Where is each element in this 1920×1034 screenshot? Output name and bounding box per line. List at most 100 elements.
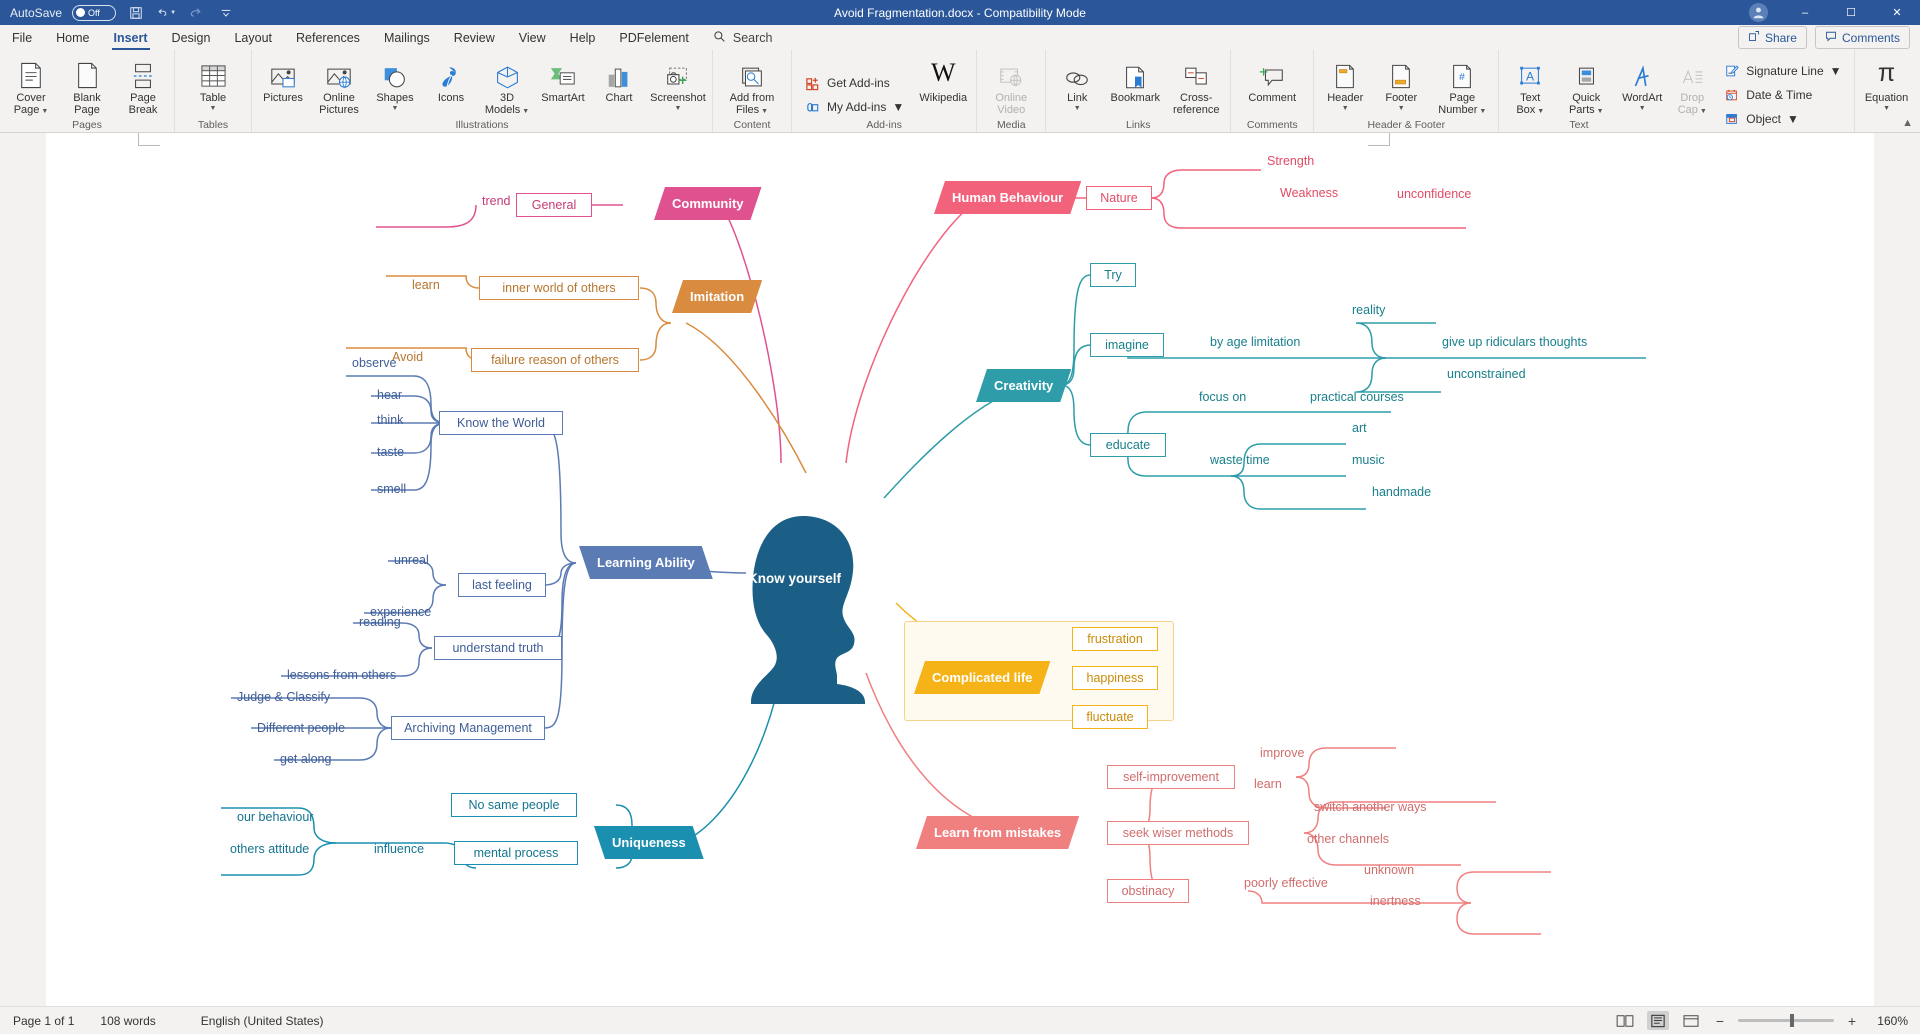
comments-button[interactable]: Comments	[1814, 26, 1910, 49]
zoom-out-button[interactable]: −	[1713, 1013, 1727, 1029]
node-hear[interactable]: hear	[371, 389, 408, 402]
autosave-toggle[interactable]: Off	[72, 4, 117, 21]
tab-layout[interactable]: Layout	[222, 25, 284, 50]
tab-pdfelement[interactable]: PDFelement	[607, 25, 700, 50]
node-by-age-limitation[interactable]: by age limitation	[1204, 336, 1306, 349]
header-caret-icon[interactable]: ▼	[1342, 105, 1349, 113]
node-failure-reason-of-others[interactable]: failure reason of others	[471, 348, 639, 372]
node-improve[interactable]: improve	[1254, 747, 1310, 760]
node-general[interactable]: General	[516, 193, 592, 217]
maximize-button[interactable]: ☐	[1828, 0, 1874, 25]
node-know-the-world[interactable]: Know the World	[439, 411, 563, 435]
node-judge-and-classify[interactable]: Judge & Classify	[231, 691, 336, 704]
node-our-behaviour[interactable]: our behaviour	[231, 811, 319, 824]
undo-icon[interactable]: ▼	[156, 3, 176, 23]
node-strength[interactable]: Strength	[1261, 155, 1320, 168]
node-unconfidence[interactable]: unconfidence	[1391, 188, 1477, 201]
node-mental-process[interactable]: mental process	[454, 841, 578, 865]
node-learn-imitation[interactable]: learn	[406, 279, 446, 292]
node-imagine[interactable]: imagine	[1090, 333, 1164, 357]
node-weakness[interactable]: Weakness	[1274, 187, 1344, 200]
node-waste-time[interactable]: waste time	[1204, 454, 1276, 467]
tab-help[interactable]: Help	[558, 25, 608, 50]
node-trend[interactable]: trend	[476, 195, 517, 208]
node-archiving-management[interactable]: Archiving Management	[391, 716, 545, 740]
table-caret-icon[interactable]: ▼	[210, 105, 217, 113]
object-caret-icon[interactable]: ▼	[1787, 112, 1799, 126]
node-taste[interactable]: taste	[371, 446, 410, 459]
node-poorly-effective[interactable]: poorly effective	[1238, 877, 1334, 890]
screenshot-caret-icon[interactable]: ▼	[675, 105, 682, 113]
status-word-count[interactable]: 108 words	[87, 1014, 168, 1028]
tab-review[interactable]: Review	[442, 25, 507, 50]
node-unconstrained[interactable]: unconstrained	[1441, 368, 1532, 381]
zoom-in-button[interactable]: +	[1845, 1013, 1859, 1029]
node-nature[interactable]: Nature	[1086, 186, 1152, 210]
node-smell[interactable]: smell	[371, 483, 412, 496]
footer-caret-icon[interactable]: ▼	[1398, 105, 1405, 113]
node-lessons-from-others[interactable]: lessons from others	[281, 669, 402, 682]
node-influence[interactable]: influence	[368, 843, 430, 856]
object-button[interactable]: Object ▼	[1719, 109, 1845, 130]
node-focus-on[interactable]: focus on	[1193, 391, 1252, 404]
node-reading[interactable]: reading	[353, 616, 407, 629]
node-handmade[interactable]: handmade	[1366, 486, 1437, 499]
save-icon[interactable]	[126, 3, 146, 23]
branch-node-learn-from-mistakes[interactable]: Learn from mistakes	[916, 816, 1079, 849]
branch-node-community[interactable]: Community	[654, 187, 762, 220]
node-unknown[interactable]: unknown	[1358, 864, 1420, 877]
node-last-feeling[interactable]: last feeling	[458, 573, 546, 597]
node-self-improvement[interactable]: self-improvement	[1107, 765, 1235, 789]
node-practical-courses[interactable]: practical courses	[1304, 391, 1410, 404]
node-give-up-ridiculars-thoughts[interactable]: give up ridiculars thoughts	[1436, 336, 1593, 349]
node-music[interactable]: music	[1346, 454, 1391, 467]
node-no-same-people[interactable]: No same people	[451, 793, 577, 817]
node-obstinacy[interactable]: obstinacy	[1107, 879, 1189, 903]
node-reality[interactable]: reality	[1346, 304, 1391, 317]
status-page-indicator[interactable]: Page 1 of 1	[0, 1014, 87, 1028]
node-different-people[interactable]: Different people	[251, 722, 351, 735]
node-educate[interactable]: educate	[1090, 433, 1166, 457]
node-understand-truth[interactable]: understand truth	[434, 636, 562, 660]
center-node-know-yourself[interactable]: Know yourself	[740, 569, 860, 589]
tab-references[interactable]: References	[284, 25, 372, 50]
read-mode-icon[interactable]	[1614, 1011, 1636, 1030]
print-layout-icon[interactable]	[1647, 1011, 1669, 1030]
account-avatar[interactable]	[1749, 3, 1768, 22]
node-fluctuate[interactable]: fluctuate	[1072, 705, 1148, 729]
tab-view[interactable]: View	[507, 25, 558, 50]
my-addins-caret-icon[interactable]: ▼	[892, 100, 904, 114]
tab-file[interactable]: File	[0, 25, 44, 50]
equation-caret-icon[interactable]: ▼	[1883, 105, 1890, 113]
get-addins-button[interactable]: Get Add-ins	[800, 73, 908, 94]
branch-node-human-behaviour[interactable]: Human Behaviour	[934, 181, 1081, 214]
node-inertness[interactable]: inertness	[1364, 895, 1427, 908]
node-inner-world-of-others[interactable]: inner world of others	[479, 276, 639, 300]
node-happiness[interactable]: happiness	[1072, 666, 1158, 690]
branch-node-uniqueness[interactable]: Uniqueness	[594, 826, 704, 859]
node-other-channels[interactable]: other channels	[1301, 833, 1395, 846]
node-learn-mistakes[interactable]: learn	[1248, 778, 1288, 791]
node-art[interactable]: art	[1346, 422, 1373, 435]
branch-node-complicated-life[interactable]: Complicated life	[914, 661, 1050, 694]
node-frustration[interactable]: frustration	[1072, 627, 1158, 651]
search-input[interactable]: Search	[701, 25, 785, 50]
node-observe[interactable]: observe	[346, 357, 402, 370]
status-language[interactable]: English (United States)	[169, 1014, 337, 1028]
date-and-time-button[interactable]: Date & Time	[1719, 85, 1845, 106]
tab-design[interactable]: Design	[160, 25, 223, 50]
signature-line-caret-icon[interactable]: ▼	[1830, 64, 1842, 78]
tab-insert[interactable]: Insert	[102, 25, 160, 50]
branch-node-creativity[interactable]: Creativity	[976, 369, 1071, 402]
zoom-slider-thumb[interactable]	[1790, 1014, 1794, 1027]
web-layout-icon[interactable]	[1680, 1011, 1702, 1030]
signature-line-button[interactable]: Signature Line ▼	[1719, 61, 1845, 82]
minimize-button[interactable]: –	[1782, 0, 1828, 25]
tab-mailings[interactable]: Mailings	[372, 25, 442, 50]
node-unreal[interactable]: unreal	[388, 554, 435, 567]
zoom-slider[interactable]	[1738, 1014, 1834, 1027]
node-try[interactable]: Try	[1090, 263, 1136, 287]
customize-quick-access-icon[interactable]	[216, 3, 236, 23]
node-switch-another-ways[interactable]: switch another ways	[1308, 801, 1433, 814]
branch-node-imitation[interactable]: Imitation	[672, 280, 762, 313]
